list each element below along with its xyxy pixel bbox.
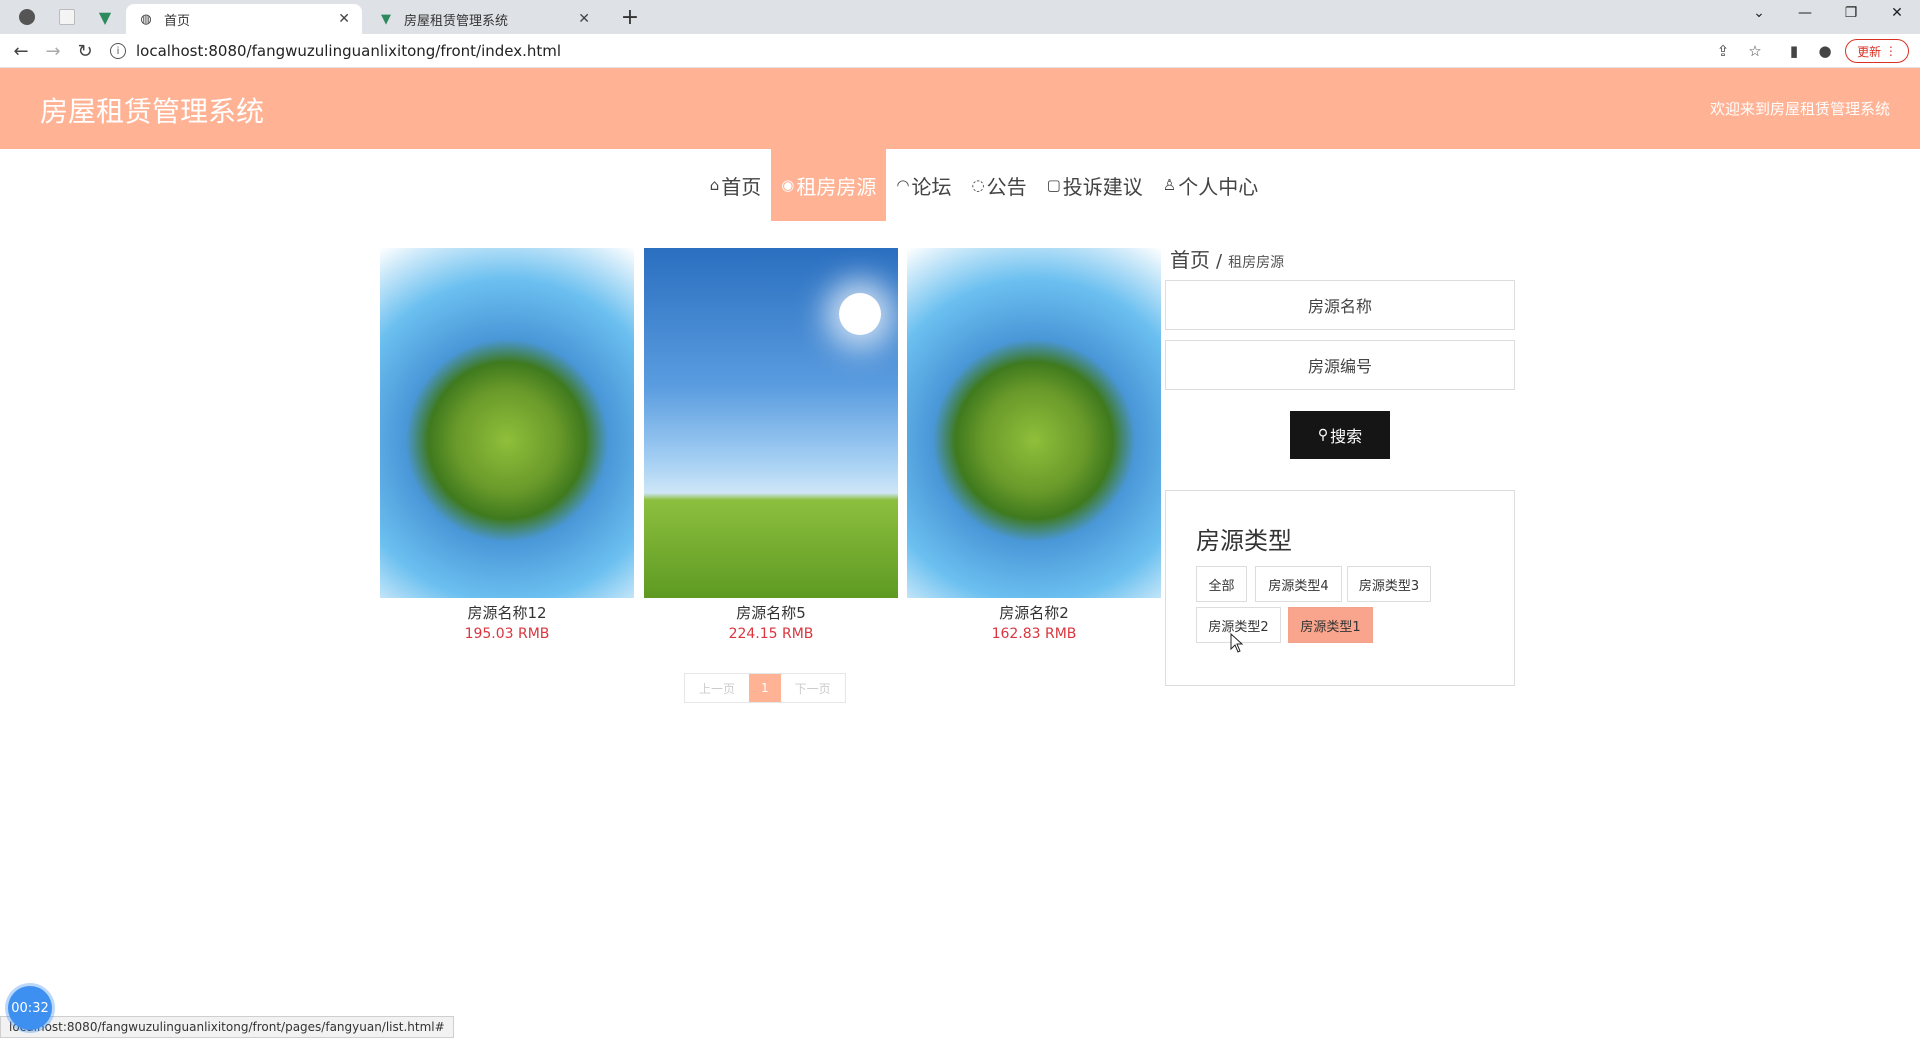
tab-search-button[interactable]: ⌄ bbox=[1736, 0, 1782, 26]
reload-button[interactable]: ↻ bbox=[72, 39, 98, 63]
sidebar-icon[interactable]: ▮ bbox=[1783, 40, 1805, 62]
nav-item-complaint[interactable]: ▢ 投诉建议 bbox=[1037, 149, 1153, 221]
listing-code-input[interactable]: 房源编号 bbox=[1165, 340, 1515, 390]
main-nav: ⌂ 首页 ◉ 租房房源 ◠ 论坛 ◌ 公告 ▢ 投诉建议 ♙ 个人中心 bbox=[0, 149, 1920, 221]
address-field[interactable]: i localhost:8080/fangwuzulinguanlixitong… bbox=[110, 38, 1730, 64]
nav-item-home[interactable]: ⌂ 首页 bbox=[700, 149, 772, 221]
type-filter-panel: 房源类型 全部 房源类型4 房源类型3 房源类型2 房源类型1 bbox=[1165, 490, 1515, 686]
close-icon[interactable]: ✕ bbox=[338, 11, 350, 27]
site-title: 房屋租赁管理系统 bbox=[40, 95, 265, 128]
tab-home[interactable]: ◍ 首页 ✕ bbox=[126, 4, 362, 34]
status-url-text: localhost:8080/fangwuzulinguanlixitong/f… bbox=[9, 1020, 445, 1034]
restore-button[interactable]: ❐ bbox=[1828, 0, 1874, 26]
type-all-button[interactable]: 全部 bbox=[1196, 566, 1247, 602]
notice-icon: ◌ bbox=[971, 176, 985, 194]
cursor-icon bbox=[1230, 633, 1244, 653]
star-icon[interactable]: ☆ bbox=[1744, 40, 1766, 62]
page-icon bbox=[59, 9, 75, 25]
type-1-button[interactable]: 房源类型1 bbox=[1288, 607, 1373, 643]
search-icon: ⚲ bbox=[1317, 427, 1329, 443]
listing-price: 195.03 RMB bbox=[464, 626, 550, 642]
recording-timer[interactable]: 00:32 bbox=[8, 986, 52, 1030]
nav-label: 租房房源 bbox=[796, 174, 877, 199]
pinned-tab[interactable] bbox=[50, 5, 84, 29]
update-button[interactable]: 更新 ⋮ bbox=[1845, 39, 1909, 63]
type-3-button[interactable]: 房源类型3 bbox=[1347, 566, 1431, 602]
share-icon[interactable]: ⇪ bbox=[1712, 40, 1734, 62]
tab-title: 房屋租赁管理系统 bbox=[404, 13, 509, 29]
info-icon[interactable]: i bbox=[110, 43, 126, 59]
type-filter-title: 房源类型 bbox=[1196, 527, 1292, 555]
page-number-button[interactable]: 1 bbox=[749, 674, 781, 702]
nav-item-forum[interactable]: ◠ 论坛 bbox=[886, 149, 961, 221]
minimize-button[interactable]: — bbox=[1782, 0, 1828, 26]
new-tab-button[interactable]: + bbox=[616, 4, 644, 30]
profile-icon[interactable]: ● bbox=[1814, 40, 1836, 62]
welcome-text: 欢迎来到房屋租赁管理系统 bbox=[1709, 100, 1890, 118]
breadcrumb-home[interactable]: 首页 bbox=[1170, 244, 1210, 273]
forward-button[interactable]: → bbox=[40, 39, 66, 63]
close-icon[interactable]: ✕ bbox=[578, 11, 590, 27]
listing-card[interactable]: 房源名称5 224.15 RMB bbox=[644, 248, 898, 646]
site-header: 房屋租赁管理系统 欢迎来到房屋租赁管理系统 bbox=[0, 68, 1920, 149]
prev-page-button[interactable]: 上一页 bbox=[685, 674, 750, 702]
complaint-icon: ▢ bbox=[1046, 176, 1061, 194]
sun-graphic bbox=[839, 293, 881, 335]
listing-name-input[interactable]: 房源名称 bbox=[1165, 280, 1515, 330]
status-url-bar: localhost:8080/fangwuzulinguanlixitong/f… bbox=[0, 1016, 454, 1038]
user-icon: ♙ bbox=[1162, 176, 1177, 194]
search-button[interactable]: ⚲ 搜索 bbox=[1290, 411, 1390, 459]
pinned-tab[interactable]: ▼ bbox=[88, 5, 122, 29]
listing-price: 224.15 RMB bbox=[728, 626, 814, 642]
tab-title: 首页 bbox=[164, 13, 191, 29]
vue-icon: ▼ bbox=[98, 7, 112, 27]
listing-image[interactable] bbox=[907, 248, 1161, 598]
breadcrumb-separator: / bbox=[1216, 251, 1223, 272]
listing-card[interactable]: 房源名称2 162.83 RMB bbox=[907, 248, 1161, 646]
forum-icon: ◠ bbox=[896, 176, 910, 194]
tab-system[interactable]: ▼ 房屋租赁管理系统 ✕ bbox=[366, 4, 602, 34]
placeholder-text: 房源编号 bbox=[1307, 357, 1372, 376]
address-toolbar: ← → ↻ i localhost:8080/fangwuzulinguanli… bbox=[0, 34, 1920, 68]
listing-image[interactable] bbox=[380, 248, 634, 598]
vue-icon: ▼ bbox=[381, 11, 391, 27]
nav-item-profile[interactable]: ♙ 个人中心 bbox=[1153, 149, 1268, 221]
url-text: localhost:8080/fangwuzulinguanlixitong/f… bbox=[136, 42, 562, 60]
listing-image[interactable] bbox=[644, 248, 898, 598]
rental-icon: ◉ bbox=[781, 176, 795, 194]
search-label: 搜索 bbox=[1330, 427, 1363, 446]
listing-name: 房源名称5 bbox=[736, 604, 806, 622]
listing-card[interactable]: 房源名称12 195.03 RMB bbox=[380, 248, 634, 646]
close-window-button[interactable]: ✕ bbox=[1874, 0, 1920, 26]
placeholder-text: 房源名称 bbox=[1307, 297, 1372, 316]
update-label: 更新 bbox=[1857, 44, 1882, 59]
type-4-button[interactable]: 房源类型4 bbox=[1255, 566, 1342, 602]
listing-name: 房源名称12 bbox=[467, 604, 547, 622]
nav-label: 公告 bbox=[986, 174, 1027, 199]
nav-label: 投诉建议 bbox=[1062, 174, 1143, 199]
nav-label: 论坛 bbox=[911, 174, 952, 199]
home-icon: ⌂ bbox=[709, 176, 720, 194]
nav-item-notice[interactable]: ◌ 公告 bbox=[961, 149, 1036, 221]
pagination: 上一页 1 下一页 bbox=[684, 673, 846, 703]
nav-label: 首页 bbox=[721, 174, 762, 199]
browser-tab-bar: ▼ ◍ 首页 ✕ ▼ 房屋租赁管理系统 ✕ + ⌄ — ❐ ✕ bbox=[0, 0, 1920, 34]
breadcrumb: 首页 / 租房房源 bbox=[1170, 244, 1284, 273]
back-button[interactable]: ← bbox=[8, 39, 34, 63]
globe-icon bbox=[19, 9, 35, 25]
listing-name: 房源名称2 bbox=[999, 604, 1069, 622]
breadcrumb-current: 租房房源 bbox=[1228, 255, 1285, 271]
pinned-tab[interactable] bbox=[10, 5, 44, 29]
next-page-button[interactable]: 下一页 bbox=[780, 674, 845, 702]
globe-icon: ◍ bbox=[140, 11, 152, 27]
nav-item-rentals[interactable]: ◉ 租房房源 bbox=[771, 149, 887, 221]
listing-price: 162.83 RMB bbox=[991, 626, 1077, 642]
nav-label: 个人中心 bbox=[1178, 174, 1259, 199]
